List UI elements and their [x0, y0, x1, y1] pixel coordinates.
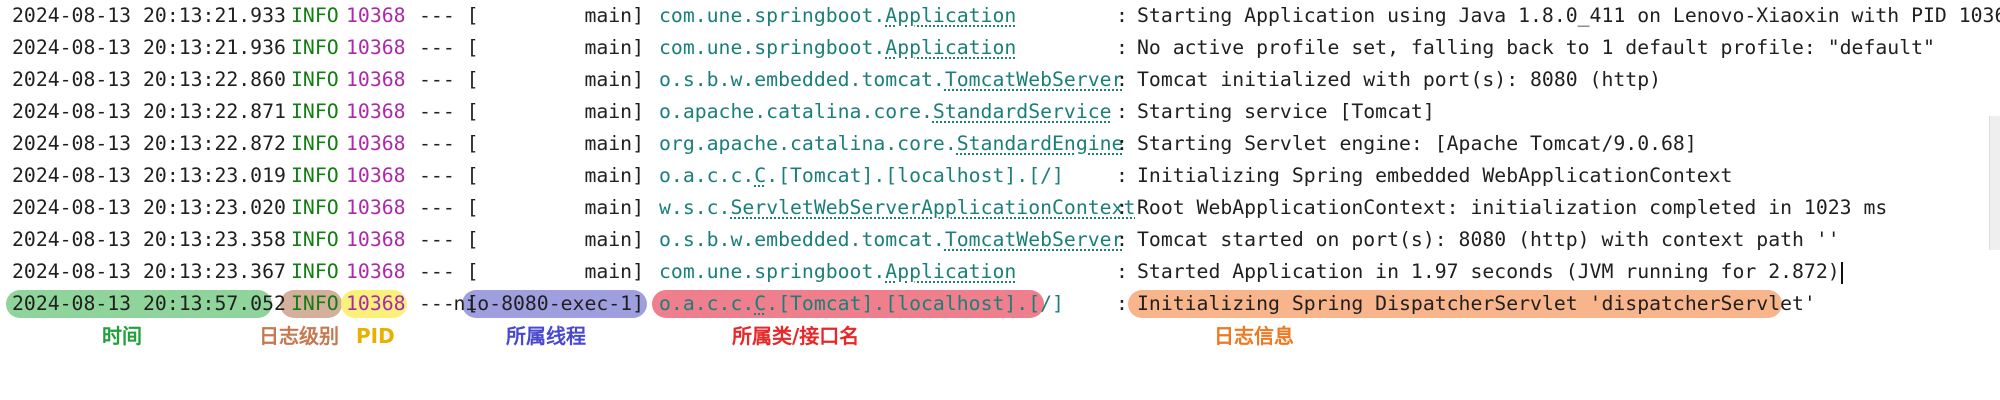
log-logger[interactable]: com.une.springboot.Application — [659, 0, 1016, 32]
log-pid: 10368 — [346, 68, 406, 91]
log-colon: : — [1116, 4, 1128, 27]
logger-class-link: TomcatWebServer — [944, 228, 1124, 251]
log-message: Starting Application using Java 1.8.0_41… — [1137, 4, 2000, 27]
logger-class-link: StandardEngine — [956, 132, 1124, 155]
logger-class-link: C — [754, 164, 767, 187]
log-colon: : — [1116, 36, 1128, 59]
log-colon: : — [1116, 196, 1128, 219]
log-timestamp: 2024-08-13 20:13:23.358 — [12, 228, 286, 251]
log-timestamp: 2024-08-13 20:13:22.871 — [12, 100, 286, 123]
log-pid: 10368 — [346, 228, 406, 251]
log-message: Starting service [Tomcat] — [1137, 100, 1435, 123]
log-colon: : — [1116, 292, 1128, 315]
log-pid: 10368 — [346, 100, 406, 123]
console-output[interactable]: 2024-08-13 20:13:21.933 INFO 10368 --- [mai… — [0, 0, 2000, 330]
log-separator: --- [ — [419, 164, 479, 187]
log-pid: 10368 — [346, 196, 406, 219]
log-logger[interactable]: o.apache.catalina.core.StandardService — [659, 96, 1112, 128]
logger-class-link: StandardService — [932, 100, 1112, 123]
annotation-pid: PID — [356, 324, 395, 348]
log-logger[interactable]: o.a.c.c.C.[Tomcat].[localhost].[/] — [659, 288, 1064, 320]
log-timestamp: 2024-08-13 20:13:21.933 — [12, 4, 286, 27]
log-level: INFO — [291, 228, 339, 251]
log-logger[interactable]: w.s.c.ServletWebServerApplicationContext — [659, 192, 1135, 224]
log-colon: : — [1116, 68, 1128, 91]
log-timestamp: 2024-08-13 20:13:22.872 — [12, 132, 286, 155]
log-logger[interactable]: org.apache.catalina.core.StandardEngine — [659, 128, 1123, 160]
log-level: INFO — [291, 196, 339, 219]
annotation-logger: 所属类/接口名 — [732, 324, 860, 348]
log-message: Root WebApplicationContext: initializati… — [1137, 196, 1888, 219]
log-level: INFO — [291, 4, 339, 27]
log-separator: --- [ — [419, 260, 479, 283]
log-level: INFO — [291, 292, 339, 315]
annotation-level: 日志级别 — [259, 324, 339, 348]
log-pid: 10368 — [346, 164, 406, 187]
log-pid: 10368 — [346, 36, 406, 59]
log-message: Starting Servlet engine: [Apache Tomcat/… — [1137, 132, 1697, 155]
log-separator: --- [ — [419, 132, 479, 155]
log-timestamp: 2024-08-13 20:13:23.367 — [12, 260, 286, 283]
log-timestamp: 2024-08-13 20:13:23.020 — [12, 196, 286, 219]
logger-class-link: TomcatWebServer — [944, 68, 1124, 91]
log-timestamp: 2024-08-13 20:13:21.936 — [12, 36, 286, 59]
log-separator: --- [ — [419, 100, 479, 123]
log-message: Tomcat started on port(s): 8080 (http) w… — [1137, 228, 1840, 251]
log-separator: --- [ — [419, 4, 479, 27]
annotation-time: 时间 — [102, 324, 142, 348]
annotation-message: 日志信息 — [1214, 324, 1294, 348]
log-logger[interactable]: o.s.b.w.embedded.tomcat.TomcatWebServer — [659, 64, 1123, 96]
log-separator: --- [ — [419, 36, 479, 59]
log-level: INFO — [291, 260, 339, 283]
log-colon: : — [1116, 260, 1128, 283]
log-pid: 10368 — [346, 4, 406, 27]
log-message: Initializing Spring embedded WebApplicat… — [1137, 164, 1733, 187]
log-logger[interactable]: com.une.springboot.Application — [659, 256, 1016, 288]
log-level: INFO — [291, 164, 339, 187]
log-separator: --- [ — [419, 196, 479, 219]
log-colon: : — [1116, 228, 1128, 251]
log-separator: --- [ — [419, 228, 479, 251]
log-logger[interactable]: o.a.c.c.C.[Tomcat].[localhost].[/] — [659, 160, 1064, 192]
log-level: INFO — [291, 100, 339, 123]
log-pid: 10368 — [346, 292, 406, 315]
logger-class-link: Application — [885, 260, 1017, 283]
log-message: Started Application in 1.97 seconds (JVM… — [1137, 256, 1843, 288]
log-level: INFO — [291, 68, 339, 91]
log-timestamp: 2024-08-13 20:13:57.052 — [12, 292, 286, 315]
text-cursor — [1840, 261, 1843, 284]
log-pid: 10368 — [346, 260, 406, 283]
logger-class-link: Application — [885, 4, 1017, 27]
log-message: Initializing Spring DispatcherServlet 'd… — [1137, 292, 1816, 315]
log-separator: --- [ — [419, 68, 479, 91]
log-level: INFO — [291, 132, 339, 155]
log-pid: 10368 — [346, 132, 406, 155]
log-colon: : — [1116, 164, 1128, 187]
log-level: INFO — [291, 36, 339, 59]
logger-class-link: ServletWebServerApplicationContext — [730, 196, 1136, 219]
logger-class-link: Application — [885, 36, 1017, 59]
log-logger[interactable]: o.s.b.w.embedded.tomcat.TomcatWebServer — [659, 224, 1123, 256]
log-colon: : — [1116, 100, 1128, 123]
log-timestamp: 2024-08-13 20:13:22.860 — [12, 68, 286, 91]
log-message: No active profile set, falling back to 1… — [1137, 36, 1935, 59]
annotation-thread: 所属线程 — [506, 324, 586, 348]
log-logger[interactable]: com.une.springboot.Application — [659, 32, 1016, 64]
log-message: Tomcat initialized with port(s): 8080 (h… — [1137, 68, 1662, 91]
log-colon: : — [1116, 132, 1128, 155]
log-timestamp: 2024-08-13 20:13:23.019 — [12, 164, 286, 187]
logger-class-link: C — [754, 292, 767, 315]
vertical-scrollbar[interactable] — [1989, 116, 2000, 250]
